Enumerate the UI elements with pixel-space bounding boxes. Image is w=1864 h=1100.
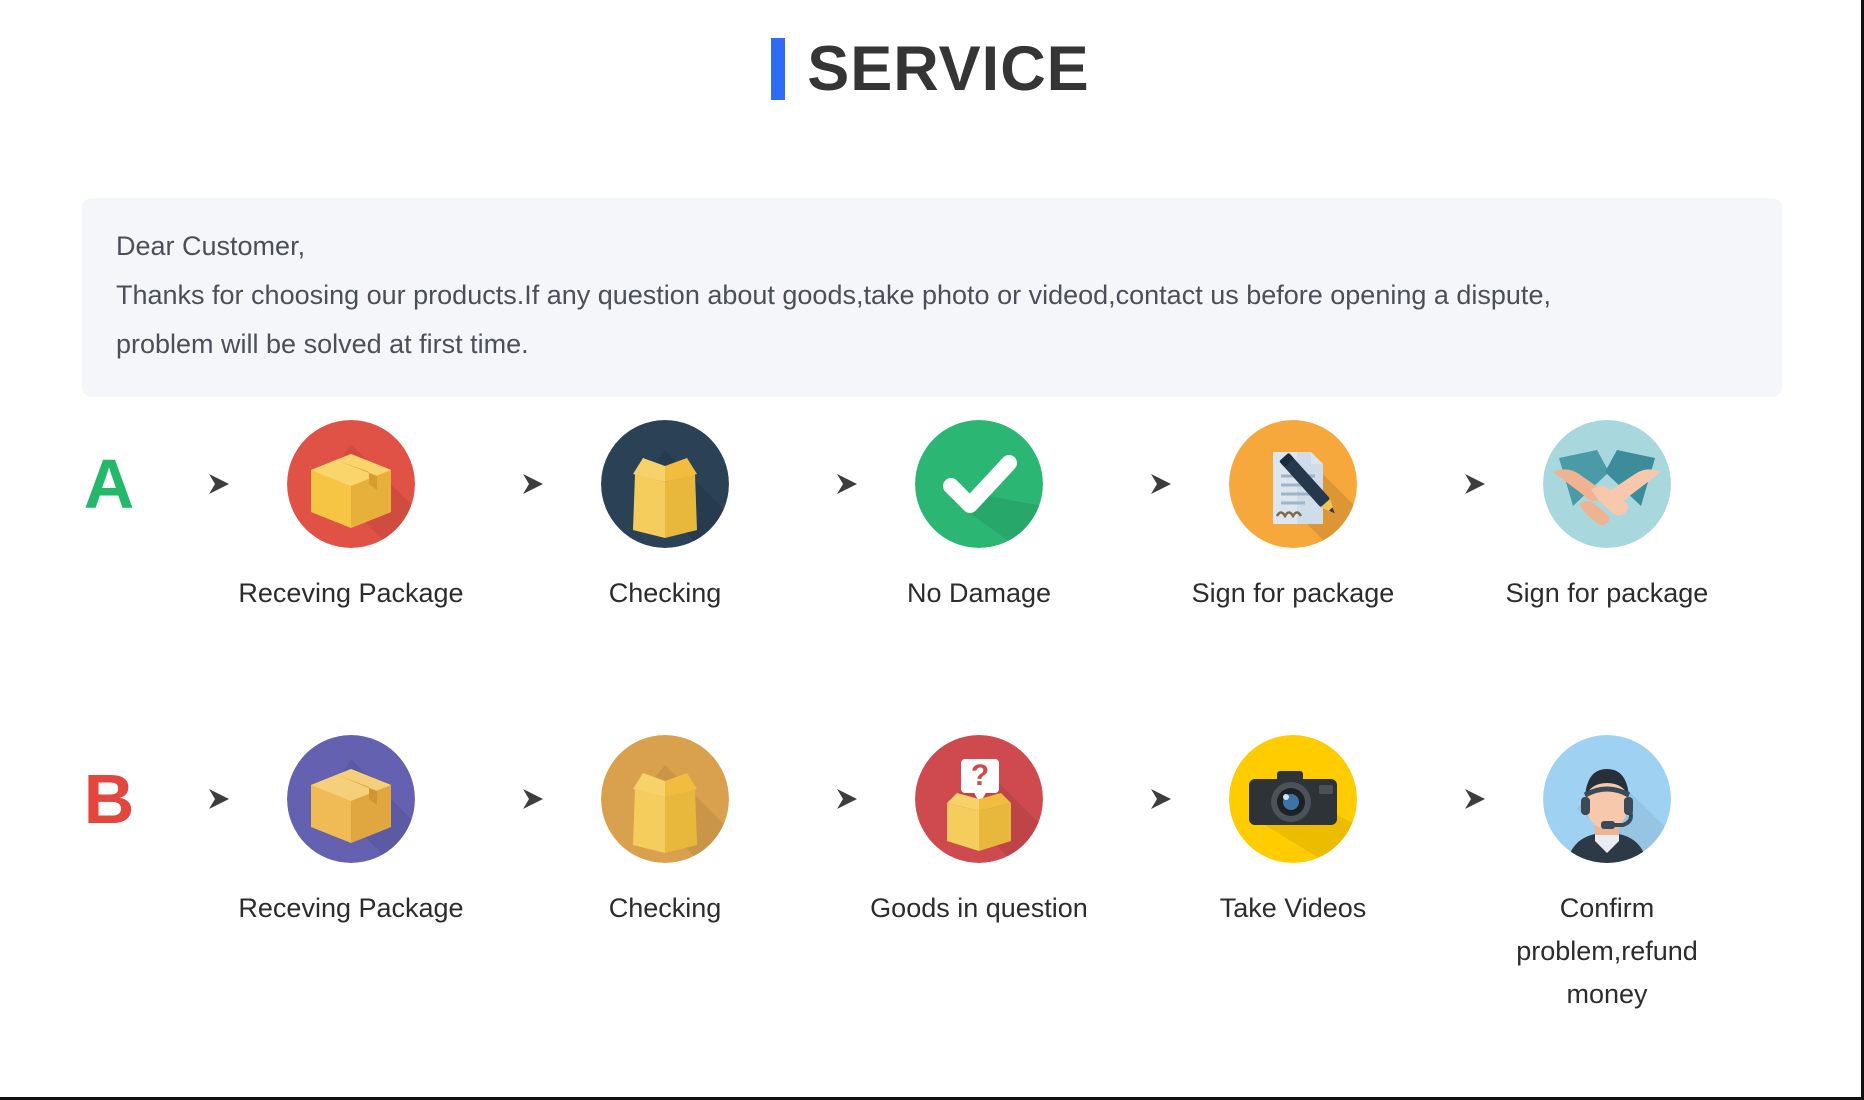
customer-note-box: Dear Customer, Thanks for choosing our p…: [82, 198, 1782, 397]
package-box-icon: [287, 735, 415, 863]
flow-row-b: B Receving Package Checking ? Goods in q…: [70, 735, 1810, 1016]
note-line-1: Dear Customer,: [116, 231, 306, 261]
flow-step-label: Take Videos: [1219, 893, 1367, 923]
flow-step[interactable]: No Damage: [868, 420, 1090, 615]
flow-step[interactable]: Checking: [554, 420, 776, 615]
svg-text:?: ?: [971, 759, 989, 792]
flow-badge-a: A: [83, 445, 135, 523]
flow-step[interactable]: Receving Package: [238, 420, 464, 615]
flow-step[interactable]: ? Goods in question: [868, 735, 1090, 930]
check-mark-icon: [915, 420, 1043, 548]
support-agent-icon: [1543, 735, 1671, 863]
question-box-icon: ?: [915, 735, 1043, 863]
arrow-right-icon: [1404, 735, 1496, 863]
package-box-icon: [287, 420, 415, 548]
flow-step[interactable]: Take Videos: [1182, 735, 1404, 930]
flow-step[interactable]: Receving Package: [238, 735, 464, 930]
arrow-right-icon: [462, 420, 554, 548]
flow-step[interactable]: Sign for package: [1496, 420, 1718, 615]
flow-step-label: Receving Package: [238, 893, 464, 923]
camera-icon: [1229, 735, 1357, 863]
flow-step[interactable]: Sign for package: [1182, 420, 1404, 615]
flow-row-a: A Receving Package Checking No Damage Si…: [70, 420, 1810, 615]
flow-step[interactable]: Confirm problem,refund money: [1496, 735, 1718, 1016]
note-line-3: problem will be solved at first time.: [116, 329, 529, 359]
service-page: SERVICE Dear Customer, Thanks for choosi…: [0, 0, 1864, 1100]
flow-step-label: Receving Package: [238, 578, 464, 608]
page-title-text: SERVICE: [807, 33, 1090, 104]
flow-step[interactable]: Checking: [554, 735, 776, 930]
arrow-right-icon: [1090, 420, 1182, 548]
flow-step-label: Sign for package: [1505, 578, 1709, 608]
flow-badge-b: B: [83, 760, 135, 838]
arrow-right-icon: [1090, 735, 1182, 863]
page-title: SERVICE: [0, 0, 1861, 100]
flow-step-label: Confirm problem,refund money: [1516, 893, 1698, 1009]
note-line-2: Thanks for choosing our products.If any …: [116, 280, 1551, 310]
vertical-bar-icon: [771, 38, 786, 100]
arrow-right-icon: [1404, 420, 1496, 548]
arrow-right-icon: [148, 735, 240, 863]
open-box-icon: [601, 420, 729, 548]
open-box-icon: [601, 735, 729, 863]
arrow-right-icon: [462, 735, 554, 863]
flow-step-label: No Damage: [906, 578, 1052, 608]
flow-step-label: Goods in question: [870, 893, 1088, 923]
flow-step-label: Sign for package: [1191, 578, 1395, 608]
flow-step-label: Checking: [608, 578, 722, 608]
arrow-right-icon: [776, 735, 868, 863]
flow-step-label: Checking: [608, 893, 722, 923]
document-pen-icon: [1229, 420, 1357, 548]
arrow-right-icon: [776, 420, 868, 548]
arrow-right-icon: [148, 420, 240, 548]
handshake-icon: [1543, 420, 1671, 548]
